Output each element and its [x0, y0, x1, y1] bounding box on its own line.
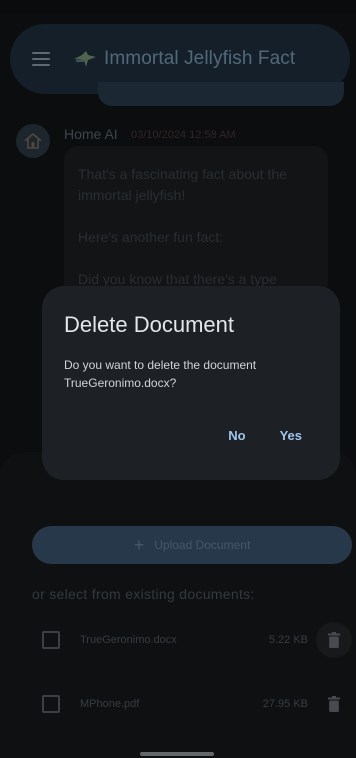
yes-button[interactable]: Yes [280, 428, 302, 443]
dialog-actions: No Yes [228, 428, 302, 443]
delete-document-dialog: Delete Document Do you want to delete th… [42, 286, 340, 480]
dialog-title: Delete Document [64, 312, 234, 337]
dialog-message: Do you want to delete the document TrueG… [64, 358, 257, 390]
no-button[interactable]: No [228, 428, 245, 443]
